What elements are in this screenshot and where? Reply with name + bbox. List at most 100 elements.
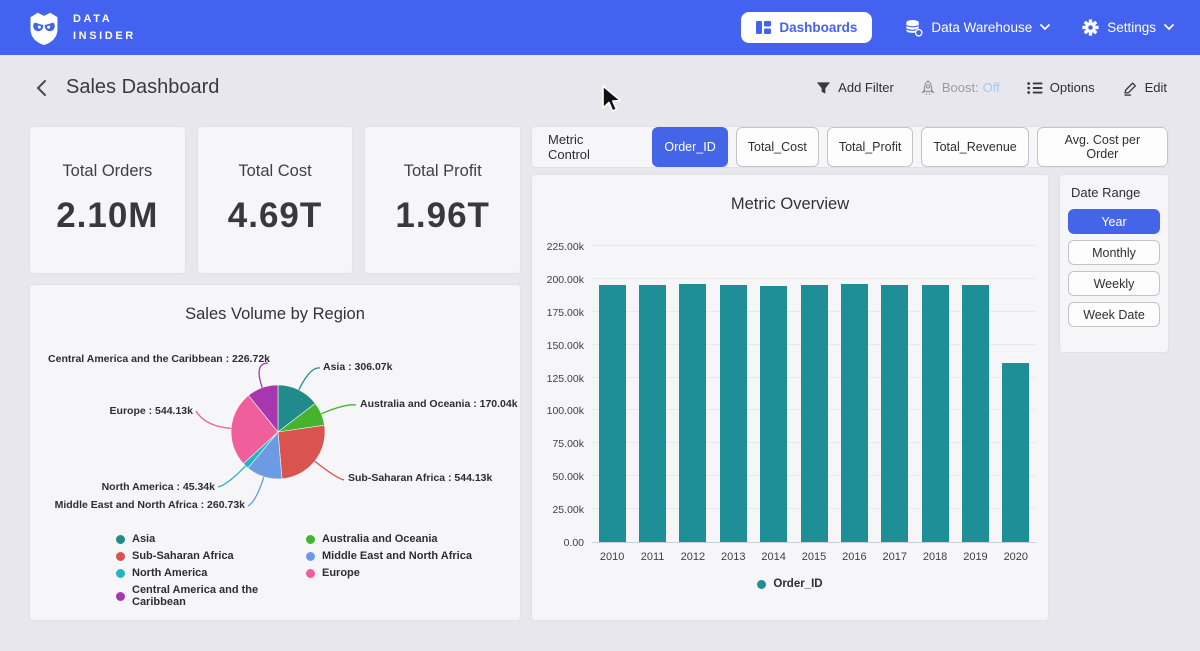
x-axis-label-2018: 2018 [913,551,957,563]
x-axis-label-2015: 2015 [792,551,836,563]
legend-item-north-america[interactable]: North America [116,567,306,579]
bar-2016[interactable] [841,284,868,542]
settings-label: Settings [1107,20,1156,35]
pie-label-line [248,477,264,506]
y-axis-tick: 125.00k [532,373,584,385]
pie-label-line [299,368,320,390]
pie-label-line [315,461,344,480]
legend-item-central-america-and-the-caribbean[interactable]: Central America and the Caribbean [116,584,306,608]
dashboards-button[interactable]: Dashboards [741,12,872,43]
kpi-value: 4.69T [198,196,353,236]
x-axis-label-2014: 2014 [752,551,796,563]
legend-item-europe[interactable]: Europe [306,567,472,579]
bar-2014[interactable] [760,286,787,542]
metric-button-order-id[interactable]: Order_ID [652,127,727,167]
options-button[interactable]: Options [1027,80,1095,95]
app-screen: DATA INSIDER Dashboards [0,0,1200,651]
pie-slice-label-north-america: North America : 45.34k [102,481,215,493]
legend-dot [306,535,315,544]
legend-item-sub-saharan-africa[interactable]: Sub-Saharan Africa [116,550,306,562]
x-axis-label-2012: 2012 [671,551,715,563]
page-header-left: Sales Dashboard [33,76,219,99]
settings-menu[interactable]: Settings [1082,19,1174,36]
pie-slice-label-sub-saharan-africa: Sub-Saharan Africa : 544.13k [348,472,492,484]
legend-label: Australia and Oceania [322,533,438,545]
date-range-button-weekly[interactable]: Weekly [1068,271,1160,296]
pie-slice-label-middle-east-and-north-africa: Middle East and North Africa : 260.73k [55,499,245,511]
y-axis-tick: 150.00k [532,340,584,352]
nav-actions: Dashboards Data Warehouse [741,12,1174,43]
bar-2020[interactable] [1002,363,1029,542]
bar-plot-area [592,247,1036,543]
pie-legend: Asia Sub-Saharan Africa North America Centr… [116,533,514,608]
bar-2015[interactable] [801,285,828,542]
legend-label: Europe [322,567,360,579]
bar-2013[interactable] [720,285,747,542]
kpi-card-total-cost: Total Cost 4.69T [198,127,353,273]
bar-legend: Order_ID [532,578,1048,590]
bar-2019[interactable] [962,285,989,542]
bar-2010[interactable] [599,285,626,542]
metric-button-total-profit[interactable]: Total_Profit [827,127,914,167]
metric-button-total-revenue[interactable]: Total_Revenue [921,127,1028,167]
legend-dot [306,552,315,561]
back-button[interactable] [33,77,50,99]
metric-buttons: Order_IDTotal_CostTotal_ProfitTotal_Reve… [652,127,1168,167]
date-range-panel: Date Range YearMonthlyWeeklyWeek Date [1060,175,1168,352]
owl-logo-icon [26,9,62,47]
x-axis-label-2011: 2011 [631,551,675,563]
brand-text: DATA INSIDER [73,11,136,44]
pie-slice-sub-saharan-africa[interactable] [278,425,325,479]
legend-item-middle-east-and-north-africa[interactable]: Middle East and North Africa [306,550,472,562]
date-range-button-monthly[interactable]: Monthly [1068,240,1160,265]
pie-legend-column: Australia and Oceania Middle East and Nor… [306,533,472,608]
bar-2011[interactable] [639,285,666,542]
right-column: Metric Control Order_IDTotal_CostTotal_P… [532,127,1168,620]
date-range-button-year[interactable]: Year [1068,209,1160,234]
gridline [592,245,1036,246]
metric-button-total-cost[interactable]: Total_Cost [736,127,819,167]
pie-label-line [259,363,268,388]
pie-legend-column: Asia Sub-Saharan Africa North America Centr… [116,533,306,608]
edit-button[interactable]: Edit [1122,80,1167,96]
add-filter-button[interactable]: Add Filter [816,80,894,95]
metric-button-avg-cost-per-order[interactable]: Avg. Cost per Order [1037,127,1168,167]
legend-label: Middle East and North Africa [322,550,472,562]
date-range-button-week-date[interactable]: Week Date [1068,302,1160,327]
top-navbar: DATA INSIDER Dashboards [0,0,1200,55]
filter-funnel-icon [816,81,831,95]
kpi-label: Total Cost [198,162,353,181]
pie-chart-card: Sales Volume by Region Asia : 306.07kAus… [30,285,520,620]
brand-line2: INSIDER [73,28,136,45]
legend-dot [116,535,125,544]
legend-item-order-id[interactable]: Order_ID [757,578,822,590]
right-row: Metric Overview 0.0025.00k50.00k75.00k10… [532,175,1168,620]
bar-2017[interactable] [881,285,908,542]
kpi-label: Total Orders [30,162,185,181]
legend-label: Central America and the Caribbean [132,584,306,608]
y-axis-tick: 50.00k [532,471,584,483]
pencil-edit-icon [1122,80,1138,96]
kpi-value: 1.96T [365,196,520,236]
legend-item-australia-and-oceania[interactable]: Australia and Oceania [306,533,472,545]
legend-label: Sub-Saharan Africa [132,550,234,562]
options-label: Options [1050,80,1095,95]
brand[interactable]: DATA INSIDER [26,9,136,47]
bar-2018[interactable] [922,285,949,542]
legend-dot [757,580,766,589]
bar-2012[interactable] [679,284,706,542]
legend-item-asia[interactable]: Asia [116,533,306,545]
chevron-down-icon [1040,24,1050,31]
list-options-icon [1027,81,1043,95]
add-filter-label: Add Filter [838,80,894,95]
metric-control-bar: Metric Control Order_IDTotal_CostTotal_P… [532,127,1168,167]
data-warehouse-label: Data Warehouse [931,20,1032,35]
pie-label-line [196,411,231,428]
dashboards-label: Dashboards [779,20,857,35]
data-warehouse-menu[interactable]: Data Warehouse [904,19,1050,37]
pie-label-line [218,466,246,487]
legend-label: Asia [132,533,155,545]
metric-control-label: Metric Control [548,132,628,162]
legend-label: Order_ID [773,578,822,590]
boost-toggle[interactable]: Boost: Off [921,80,1000,96]
